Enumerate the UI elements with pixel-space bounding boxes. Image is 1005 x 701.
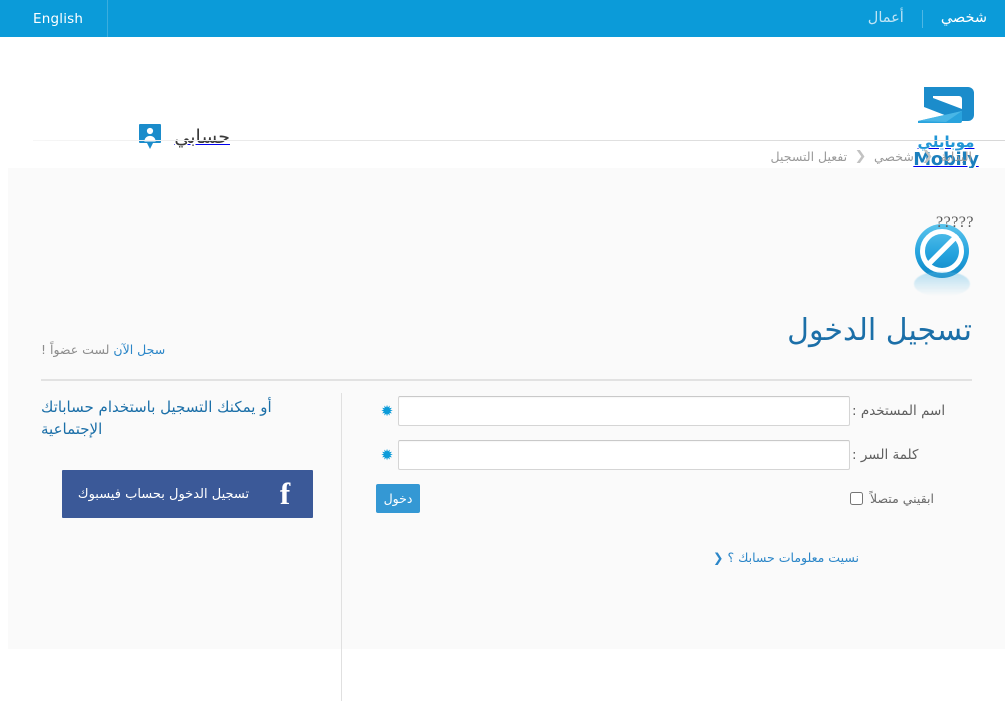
breadcrumb: البداية ❮ شخصي ❮ تفعيل التسجيل (32, 142, 972, 168)
language-link[interactable]: English (33, 11, 83, 27)
login-button[interactable]: دخول (376, 484, 420, 513)
remember-me-label: ابقيني متصلاً (870, 491, 934, 506)
social-login-section: أو يمكنك التسجيل باستخدام حساباتك الإجتم… (41, 396, 313, 518)
status-glyph-text: ????? (935, 214, 974, 231)
tab-personal[interactable]: شخصي (923, 0, 1005, 37)
tab-divider (921, 9, 923, 28)
top-utility-bar: English شخصي أعمال (0, 0, 1005, 37)
title-divider (41, 379, 972, 381)
status-glyph-reflection (914, 272, 970, 296)
breadcrumb-item-home[interactable]: البداية (941, 149, 972, 164)
facebook-login-button[interactable]: f تسجيل الدخول بحساب فيسبوك (62, 470, 313, 518)
social-heading-line-1: أو يمكنك التسجيل باستخدام حساباتك (41, 398, 272, 416)
column-divider (341, 393, 342, 701)
site-header: موبايلي Mobily حسابي (0, 37, 1005, 169)
username-label: اسم المستخدم : (852, 403, 946, 419)
social-login-heading: أو يمكنك التسجيل باستخدام حساباتك الإجتم… (41, 396, 313, 440)
language-switcher[interactable]: English (0, 0, 107, 37)
forgot-password-link[interactable]: نسيت معلومات حسابك ؟ ❮ (713, 550, 859, 565)
facebook-f-icon: f (279, 476, 291, 511)
header-divider (33, 140, 1005, 141)
password-input[interactable] (398, 440, 850, 470)
password-required-icon: ✹ (380, 446, 394, 464)
signup-prompt: سجل الآن لست عضواً ! (41, 342, 165, 357)
topbar-left-divider (107, 0, 109, 37)
page-title: تسجيل الدخول (787, 313, 972, 348)
password-label: كلمة السر : (852, 447, 919, 463)
segment-tabs: شخصي أعمال (835, 0, 1005, 37)
content-left-margin (0, 168, 8, 649)
mobily-logo-icon (918, 87, 974, 123)
facebook-login-label: تسجيل الدخول بحساب فيسبوك (77, 486, 250, 502)
form-action-row: ابقيني متصلاً دخول (372, 484, 972, 513)
login-form: اسم المستخدم : ✹ كلمة السر : ✹ ابقيني مت… (372, 396, 972, 513)
register-now-link[interactable]: سجل الآن (113, 342, 165, 357)
status-glyph: ????? (900, 210, 982, 296)
breadcrumb-item-current: تفعيل التسجيل (770, 148, 848, 164)
username-field-row: اسم المستخدم : ✹ (372, 396, 972, 426)
signup-prompt-text: لست عضواً ! (41, 342, 110, 357)
tab-business[interactable]: أعمال (850, 0, 922, 37)
remember-me-checkbox[interactable] (850, 492, 863, 505)
social-heading-line-2: الإجتماعية (41, 420, 103, 438)
breadcrumb-item-personal[interactable]: شخصي (874, 149, 914, 164)
password-field-row: كلمة السر : ✹ (372, 440, 972, 470)
remember-me-row[interactable]: ابقيني متصلاً (850, 491, 972, 506)
username-required-icon: ✹ (380, 402, 394, 420)
breadcrumb-separator-icon: ❮ (854, 148, 867, 164)
submit-area: دخول (376, 484, 828, 513)
username-input[interactable] (398, 396, 850, 426)
breadcrumb-separator-icon: ❮ (921, 148, 934, 164)
page-content: ????? تسجيل الدخول سجل الآن لست عضواً ! … (0, 168, 1005, 701)
